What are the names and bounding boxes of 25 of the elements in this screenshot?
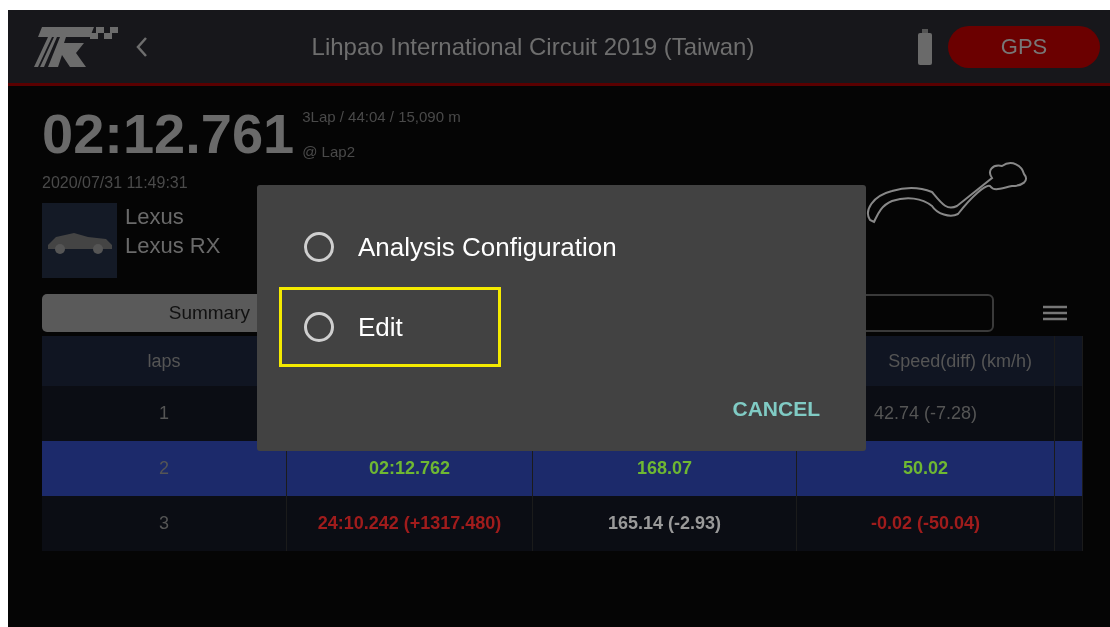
best-lap-label: @ Lap2	[302, 141, 356, 162]
table-cell: 3	[42, 496, 287, 551]
cell-text: 165.14 (-2.93)	[607, 512, 722, 535]
menu-icon[interactable]	[1043, 305, 1067, 321]
logo-icon	[34, 26, 120, 67]
dialog-option[interactable]: Edit	[279, 287, 501, 367]
gps-button[interactable]: GPS	[948, 25, 1100, 68]
back-icon[interactable]	[136, 35, 148, 58]
session-summary: 3Lap / 44:04 / 15,090 m	[302, 107, 461, 127]
cell-text: 50.02	[902, 457, 948, 480]
cell-text: 168.07	[636, 457, 693, 480]
cell-text: 24:10.242 (+1317.480)	[317, 512, 502, 535]
screen-title: Lihpao International Circuit 2019 (Taiwan)	[310, 31, 756, 62]
vehicle-model: Lexus RX	[125, 231, 221, 260]
cell-text: 02:12.762	[368, 457, 451, 480]
vehicle-make: Lexus	[125, 203, 185, 231]
best-lap-time: 02:12.761	[42, 106, 295, 162]
cell-text: -0.02 (-50.04)	[870, 512, 981, 535]
session-date: 2020/07/31 11:49:31	[42, 173, 189, 193]
radio-button[interactable]	[304, 232, 334, 262]
column-header	[1055, 336, 1083, 386]
table-cell: 2	[42, 441, 287, 496]
battery-icon	[918, 28, 932, 65]
radio-button[interactable]	[304, 312, 334, 342]
dialog-option[interactable]: Analysis Configuration	[279, 207, 642, 287]
